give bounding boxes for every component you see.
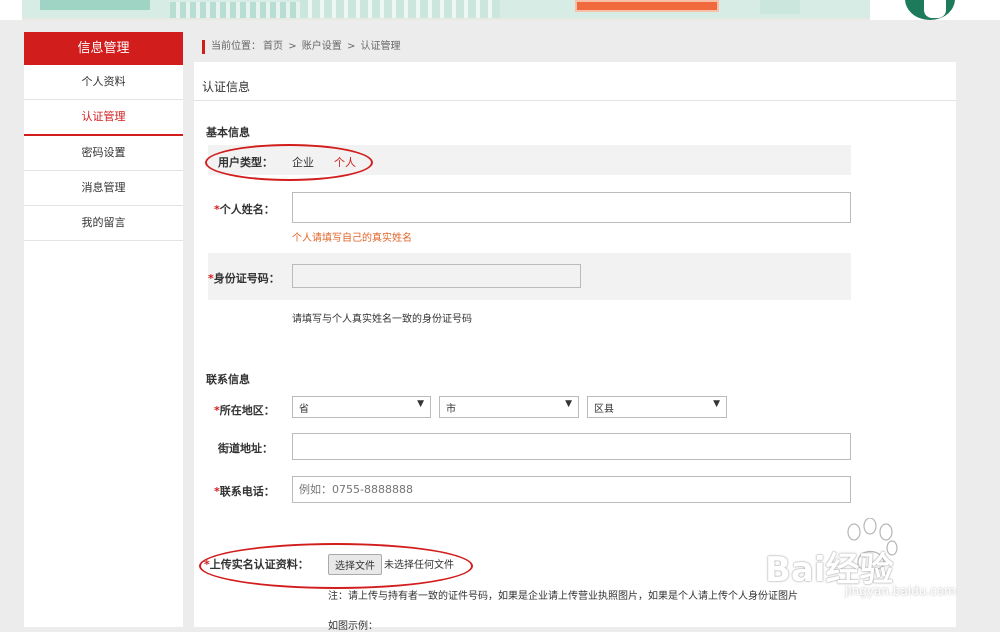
breadcrumb-current: 认证管理 [360, 41, 401, 52]
banner-decoration [170, 2, 300, 18]
divider [194, 100, 956, 101]
sidebar-item-profile[interactable]: 个人资料 [24, 65, 183, 100]
district-select[interactable]: 区县 ▼ [587, 396, 727, 418]
street-label: 街道地址： [218, 442, 273, 455]
breadcrumb-separator: > [346, 41, 356, 52]
street-input[interactable] [292, 433, 851, 460]
breadcrumb-prefix: 当前位置： [211, 41, 261, 52]
phone-input[interactable] [292, 476, 851, 503]
banner-decoration [575, 0, 719, 12]
province-select[interactable]: 省 ▼ [292, 396, 431, 418]
city-select[interactable]: 市 ▼ [439, 396, 579, 418]
name-input[interactable] [292, 192, 851, 223]
name-hint: 个人请填写自己的真实姓名 [292, 233, 412, 244]
sidebar: 信息管理 个人资料 认证管理 密码设置 消息管理 我的留言 [24, 32, 183, 627]
chevron-down-icon: ▼ [417, 399, 424, 409]
chevron-down-icon: ▼ [565, 399, 572, 409]
sidebar-item-password[interactable]: 密码设置 [24, 136, 183, 171]
id-number-input[interactable] [292, 264, 581, 288]
top-banner [0, 0, 1000, 20]
breadcrumb-separator: > [288, 41, 297, 52]
page-title: 认证信息 [202, 80, 251, 94]
contact-info-title: 联系信息 [206, 373, 250, 386]
banner-decoration [760, 0, 800, 14]
name-label: *个人姓名： [214, 203, 275, 216]
breadcrumb-home[interactable]: 首页 [263, 41, 283, 52]
region-label: *所在地区： [214, 404, 275, 417]
banner-decoration [300, 0, 500, 18]
annotation-ellipse [205, 144, 373, 181]
basic-info-title: 基本信息 [206, 126, 250, 139]
example-label: 如图示例： [328, 621, 378, 632]
id-label: *身份证号码： [208, 272, 280, 285]
sidebar-item-messages[interactable]: 消息管理 [24, 171, 183, 206]
chevron-down-icon: ▼ [713, 399, 720, 409]
breadcrumb: 当前位置： 首页 > 账户设置 > 认证管理 [202, 40, 403, 54]
banner-decoration [40, 0, 150, 10]
breadcrumb-account[interactable]: 账户设置 [302, 41, 342, 52]
page-margin [956, 20, 1000, 627]
id-hint: 请填写与个人真实姓名一致的身份证号码 [292, 314, 472, 325]
sidebar-item-verification[interactable]: 认证管理 [24, 100, 183, 136]
sidebar-item-comments[interactable]: 我的留言 [24, 206, 183, 241]
banner-logo-inner [924, 0, 946, 18]
main-panel: 认证信息 基本信息 用户类型： 企业 个人 *个人姓名： 个人请填写自己的真实姓… [194, 62, 956, 632]
upload-note: 注：请上传与持有者一致的证件号码，如果是企业请上传营业执照图片，如果是个人请上传… [328, 591, 798, 602]
sidebar-title: 信息管理 [24, 32, 183, 65]
annotation-ellipse [199, 543, 473, 589]
phone-label: *联系电话： [214, 485, 275, 498]
